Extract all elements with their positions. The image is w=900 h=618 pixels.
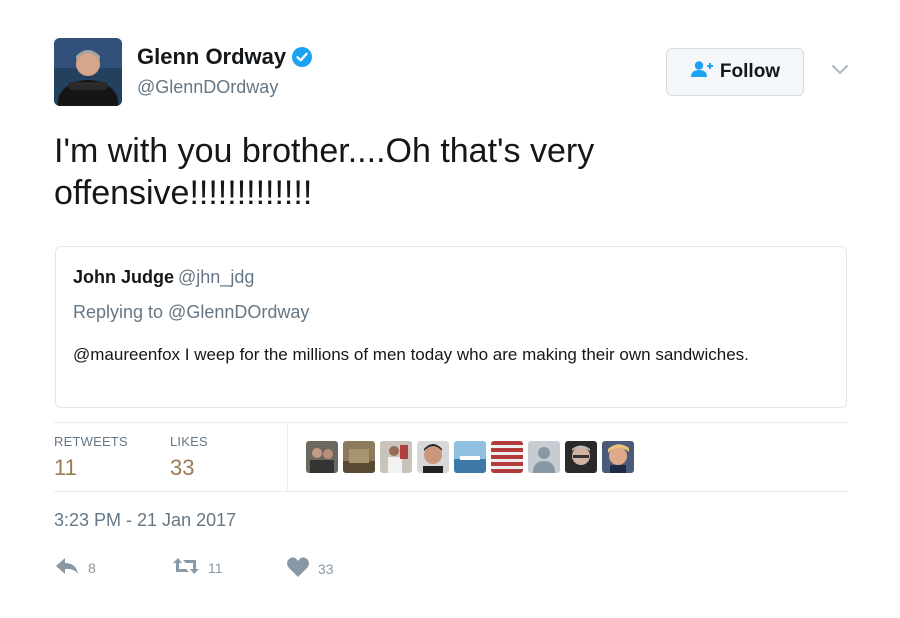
quoted-tweet-text: @maureenfox I weep for the millions of m… [73, 345, 749, 364]
liker-avatar-1[interactable] [306, 441, 338, 473]
reply-icon [54, 556, 80, 579]
author-name[interactable]: Glenn Ordway [137, 44, 313, 73]
retweet-button[interactable]: 11 [172, 556, 223, 579]
liker-avatar-8[interactable] [565, 441, 597, 473]
quoted-author-handle: @jhn_jdg [178, 267, 255, 287]
liker-avatars [306, 441, 634, 473]
quoted-replying-to: Replying to @GlennDOrdway [73, 302, 310, 322]
add-user-icon [690, 60, 714, 84]
tweet-text: I'm with you brother....Oh that's very o… [54, 132, 595, 212]
follow-button[interactable]: Follow [666, 48, 804, 96]
tweet-timestamp[interactable]: 3:23 PM - 21 Jan 2017 [54, 510, 236, 531]
quoted-author-name: John Judge [73, 267, 175, 287]
liker-avatar-4[interactable] [417, 441, 449, 473]
liker-avatar-5[interactable] [454, 441, 486, 473]
liker-avatar-7[interactable] [528, 441, 560, 473]
retweet-count: 11 [208, 559, 223, 576]
liker-avatar-6[interactable] [491, 441, 523, 473]
tweet-stats: RETWEETS 11 LIKES 33 [54, 422, 848, 492]
liker-avatar-2[interactable] [343, 441, 375, 473]
like-count: 33 [318, 560, 334, 577]
likes-label[interactable]: LIKES [170, 434, 208, 449]
likes-count[interactable]: 33 [170, 455, 194, 481]
more-options-chevron-icon[interactable] [830, 62, 850, 78]
quoted-tweet[interactable]: John Judge @jhn_jdg Replying to @GlennDOr… [55, 246, 847, 408]
verified-badge-icon [292, 47, 313, 73]
liker-avatar-9[interactable] [602, 441, 634, 473]
follow-button-label: Follow [719, 61, 781, 82]
quoted-tweet-author: John Judge @jhn_jdg [73, 267, 254, 288]
liker-avatar-3[interactable] [380, 441, 412, 473]
author-name-text[interactable]: Glenn Ordway [137, 44, 286, 69]
author-avatar[interactable] [54, 38, 122, 106]
retweets-label[interactable]: RETWEETS [54, 434, 128, 449]
reply-count: 8 [88, 559, 96, 576]
like-button[interactable]: 33 [286, 556, 334, 581]
author-handle[interactable]: @GlennDOrdway [137, 77, 278, 98]
heart-icon [286, 556, 310, 581]
retweets-count[interactable]: 11 [54, 455, 77, 481]
reply-button[interactable]: 8 [54, 556, 96, 579]
stats-divider [287, 423, 288, 491]
retweet-icon [172, 556, 200, 579]
